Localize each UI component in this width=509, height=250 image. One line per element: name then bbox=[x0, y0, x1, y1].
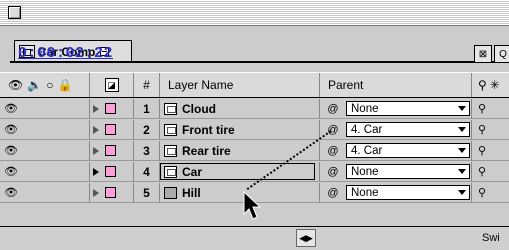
double-arrow-icon: ◀▶ bbox=[299, 232, 313, 243]
pickwhip-drag-line bbox=[243, 130, 332, 220]
timeline-footer: ◀▶ Swi bbox=[0, 226, 509, 250]
switches-modes-label[interactable]: Swi bbox=[482, 232, 500, 244]
arrow-cursor-icon bbox=[243, 190, 262, 220]
expand-collapse-button[interactable]: ◀▶ bbox=[296, 229, 316, 247]
